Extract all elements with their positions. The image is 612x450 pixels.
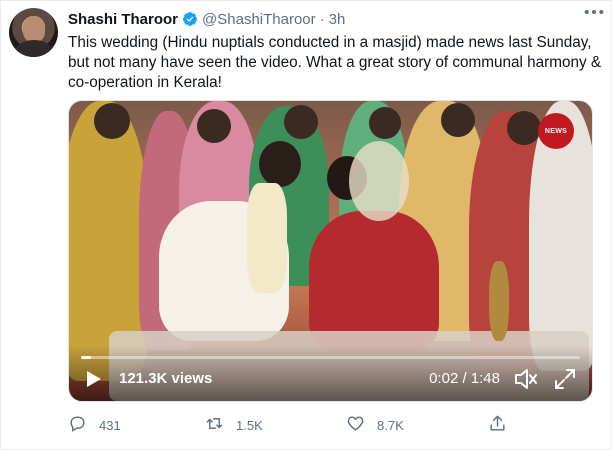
- tweet-header: Shashi Tharoor @ShashiTharoor · 3h: [68, 9, 597, 29]
- share-button[interactable]: [488, 414, 519, 436]
- tweet-card: Shashi Tharoor @ShashiTharoor · 3h This …: [0, 0, 612, 450]
- avatar-face: [23, 16, 45, 42]
- header-separator: ·: [319, 10, 325, 28]
- video-player[interactable]: NEWS 121.3K views 0:02 / 1:48: [68, 100, 593, 402]
- heart-icon: [346, 414, 377, 436]
- share-icon: [488, 414, 519, 436]
- video-timestamp: 0:02 / 1:48: [429, 370, 500, 387]
- video-controls: 121.3K views 0:02 / 1:48: [69, 345, 592, 401]
- video-progress-fill: [81, 356, 91, 359]
- tweet-text: This wedding (Hindu nuptials conducted i…: [68, 34, 602, 91]
- avatar-body: [15, 40, 53, 57]
- verified-badge-icon: [182, 11, 198, 27]
- fullscreen-icon[interactable]: [554, 368, 576, 390]
- like-count: 8.7K: [377, 417, 404, 433]
- view-count: 121.3K views: [119, 370, 213, 387]
- reply-icon: [68, 414, 99, 436]
- retweet-icon: [205, 414, 236, 436]
- reply-count: 431: [99, 417, 121, 433]
- video-progress-bar[interactable]: [81, 356, 580, 359]
- play-icon[interactable]: [83, 369, 103, 389]
- tweet-actions: 431 1.5K 8.7K: [68, 414, 538, 436]
- avatar[interactable]: [9, 8, 58, 57]
- news-logo: NEWS: [538, 113, 574, 149]
- author-handle[interactable]: @ShashiTharoor: [202, 11, 316, 28]
- tweet-timestamp[interactable]: 3h: [329, 11, 346, 28]
- more-horizontal-icon[interactable]: [583, 5, 605, 21]
- author-name[interactable]: Shashi Tharoor: [68, 11, 178, 28]
- retweet-button[interactable]: 1.5K: [205, 414, 263, 436]
- retweet-count: 1.5K: [236, 417, 263, 433]
- volume-muted-icon[interactable]: [514, 368, 538, 390]
- like-button[interactable]: 8.7K: [346, 414, 404, 436]
- reply-button[interactable]: 431: [68, 414, 121, 436]
